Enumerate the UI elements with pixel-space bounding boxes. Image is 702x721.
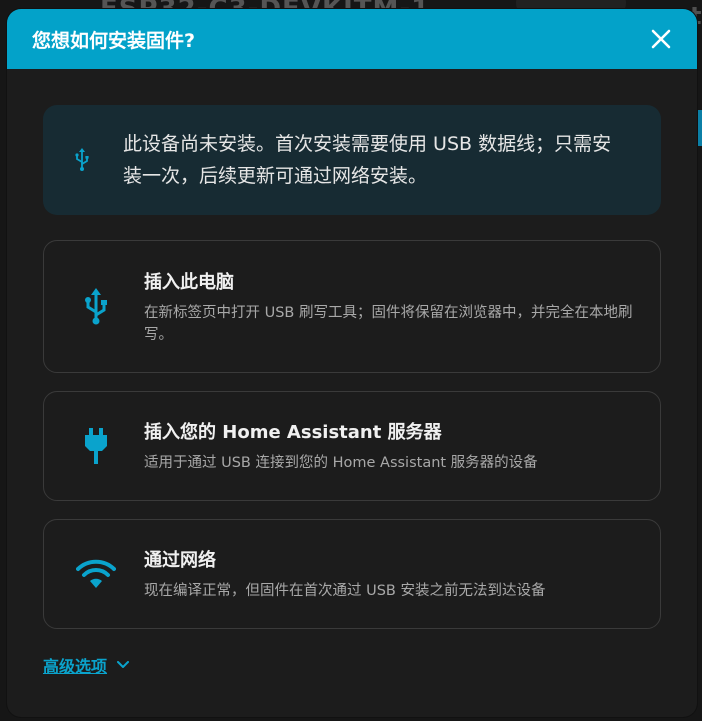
option-text: 插入您的 Home Assistant 服务器 适用于通过 USB 连接到您的 … [144, 418, 538, 474]
wifi-icon [76, 559, 116, 588]
dialog-header: 您想如何安装固件? [7, 9, 697, 69]
install-notice: 此设备尚未安装。首次安装需要使用 USB 数据线；只需安装一次，后续更新可通过网… [43, 105, 661, 215]
install-dialog: 您想如何安装固件? 此设备尚未安装。首次安装需要使用 USB 数据线；只需安装一… [7, 9, 697, 717]
usb-icon [85, 287, 107, 324]
advanced-options-label: 高级选项 [43, 657, 108, 676]
option-plug-into-computer[interactable]: 插入此电脑 在新标签页中打开 USB 刷写工具；固件将保留在浏览器中，并完全在本… [43, 240, 661, 373]
dialog-body: 此设备尚未安装。首次安装需要使用 USB 数据线；只需安装一次，后续更新可通过网… [7, 69, 697, 677]
close-icon [651, 29, 671, 49]
advanced-options-toggle[interactable]: 高级选项 [43, 653, 130, 677]
option-text: 通过网络 现在编译正常，但固件在首次通过 USB 安装之前无法到达设备 [144, 546, 545, 602]
option-wirelessly[interactable]: 通过网络 现在编译正常，但固件在首次通过 USB 安装之前无法到达设备 [43, 519, 661, 629]
notice-text: 此设备尚未安装。首次安装需要使用 USB 数据线；只需安装一次，后续更新可通过网… [123, 133, 612, 187]
notice-icon-wrap [67, 148, 97, 172]
option-icon-wrap [74, 559, 118, 589]
option-title: 通过网络 [144, 550, 216, 571]
usb-plug-icon [85, 428, 107, 464]
chevron-down-icon [117, 661, 130, 669]
option-title: 插入您的 Home Assistant 服务器 [144, 422, 442, 443]
usb-icon [75, 148, 89, 171]
option-description: 现在编译正常，但固件在首次通过 USB 安装之前无法到达设备 [144, 583, 546, 599]
option-description: 适用于通过 USB 连接到您的 Home Assistant 服务器的设备 [144, 455, 538, 471]
option-plug-into-home-assistant[interactable]: 插入您的 Home Assistant 服务器 适用于通过 USB 连接到您的 … [43, 391, 661, 501]
option-description: 在新标签页中打开 USB 刷写工具；固件将保留在浏览器中，并完全在本地刷写。 [144, 304, 633, 343]
close-button[interactable] [645, 23, 677, 55]
option-icon-wrap [74, 287, 118, 326]
option-icon-wrap [74, 428, 118, 464]
dialog-title: 您想如何安装固件? [32, 29, 196, 52]
option-title: 插入此电脑 [144, 271, 234, 293]
option-text: 插入此电脑 在新标签页中打开 USB 刷写工具；固件将保留在浏览器中，并完全在本… [144, 268, 636, 346]
